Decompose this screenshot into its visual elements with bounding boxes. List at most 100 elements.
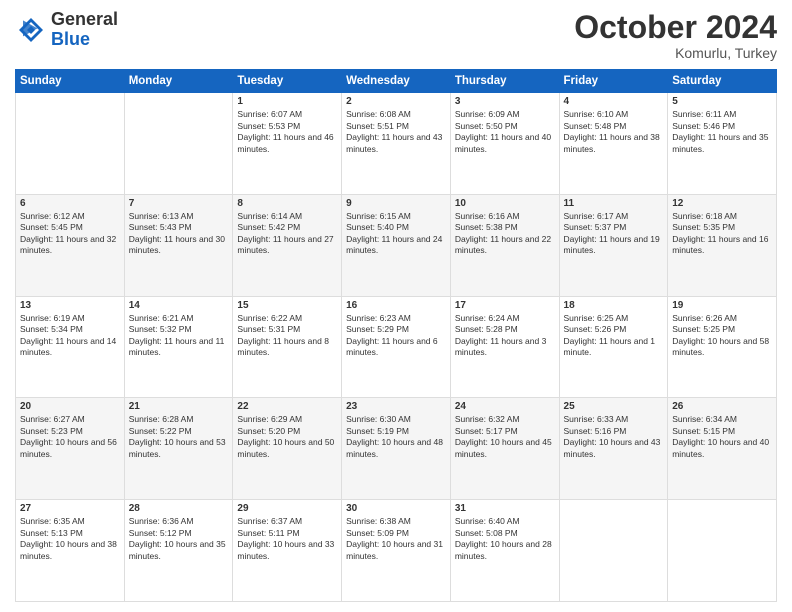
- day-number: 4: [564, 96, 664, 107]
- day-number: 22: [237, 401, 337, 412]
- day-info: Sunrise: 6:16 AM Sunset: 5:38 PM Dayligh…: [455, 211, 555, 257]
- day-cell: 5 Sunrise: 6:11 AM Sunset: 5:46 PM Daylig…: [668, 93, 777, 195]
- day-number: 18: [564, 300, 664, 311]
- day-number: 2: [346, 96, 446, 107]
- logo-blue-text: Blue: [51, 30, 118, 50]
- day-cell: 25 Sunrise: 6:33 AM Sunset: 5:16 PM Dayli…: [559, 398, 668, 500]
- weekday-header-friday: Friday: [559, 70, 668, 93]
- day-cell: 22 Sunrise: 6:29 AM Sunset: 5:20 PM Dayli…: [233, 398, 342, 500]
- location-subtitle: Komurlu, Turkey: [574, 45, 777, 61]
- day-number: 9: [346, 198, 446, 209]
- day-cell: 19 Sunrise: 6:26 AM Sunset: 5:25 PM Dayli…: [668, 296, 777, 398]
- day-cell: 8 Sunrise: 6:14 AM Sunset: 5:42 PM Daylig…: [233, 194, 342, 296]
- day-number: 21: [129, 401, 229, 412]
- day-info: Sunrise: 6:14 AM Sunset: 5:42 PM Dayligh…: [237, 211, 337, 257]
- day-cell: 6 Sunrise: 6:12 AM Sunset: 5:45 PM Daylig…: [16, 194, 125, 296]
- week-row-4: 20Sunrise: 6:27 AM Sunset: 5:23 PM Dayli…: [16, 398, 777, 500]
- day-number: 23: [346, 401, 446, 412]
- day-cell: 9Sunrise: 6:15 AM Sunset: 5:40 PM Daylig…: [342, 194, 451, 296]
- day-cell: 29 Sunrise: 6:37 AM Sunset: 5:11 PM Dayli…: [233, 500, 342, 602]
- day-info: Sunrise: 6:34 AM Sunset: 5:15 PM Dayligh…: [672, 414, 772, 460]
- day-number: 14: [129, 300, 229, 311]
- day-info: Sunrise: 6:19 AM Sunset: 5:34 PM Dayligh…: [20, 313, 120, 359]
- day-cell: 23 Sunrise: 6:30 AM Sunset: 5:19 PM Dayli…: [342, 398, 451, 500]
- day-cell: 20Sunrise: 6:27 AM Sunset: 5:23 PM Dayli…: [16, 398, 125, 500]
- title-block: October 2024 Komurlu, Turkey: [574, 10, 777, 61]
- day-number: 25: [564, 401, 664, 412]
- day-cell: 7Sunrise: 6:13 AM Sunset: 5:43 PM Daylig…: [124, 194, 233, 296]
- day-cell: 12Sunrise: 6:18 AM Sunset: 5:35 PM Dayli…: [668, 194, 777, 296]
- weekday-header-tuesday: Tuesday: [233, 70, 342, 93]
- day-info: Sunrise: 6:33 AM Sunset: 5:16 PM Dayligh…: [564, 414, 664, 460]
- day-cell: [668, 500, 777, 602]
- day-number: 17: [455, 300, 555, 311]
- day-number: 20: [20, 401, 120, 412]
- week-row-2: 6 Sunrise: 6:12 AM Sunset: 5:45 PM Daylig…: [16, 194, 777, 296]
- day-info: Sunrise: 6:23 AM Sunset: 5:29 PM Dayligh…: [346, 313, 446, 359]
- day-cell: 1 Sunrise: 6:07 AM Sunset: 5:53 PM Daylig…: [233, 93, 342, 195]
- day-number: 7: [129, 198, 229, 209]
- day-cell: 30 Sunrise: 6:38 AM Sunset: 5:09 PM Dayli…: [342, 500, 451, 602]
- week-row-3: 13Sunrise: 6:19 AM Sunset: 5:34 PM Dayli…: [16, 296, 777, 398]
- day-cell: [559, 500, 668, 602]
- month-title: October 2024: [574, 10, 777, 45]
- day-number: 10: [455, 198, 555, 209]
- day-number: 15: [237, 300, 337, 311]
- day-cell: [124, 93, 233, 195]
- day-info: Sunrise: 6:17 AM Sunset: 5:37 PM Dayligh…: [564, 211, 664, 257]
- header: General Blue October 2024 Komurlu, Turke…: [15, 10, 777, 61]
- day-number: 3: [455, 96, 555, 107]
- day-info: Sunrise: 6:37 AM Sunset: 5:11 PM Dayligh…: [237, 516, 337, 562]
- logo: General Blue: [15, 10, 118, 50]
- page: General Blue October 2024 Komurlu, Turke…: [0, 0, 792, 612]
- day-info: Sunrise: 6:32 AM Sunset: 5:17 PM Dayligh…: [455, 414, 555, 460]
- day-number: 24: [455, 401, 555, 412]
- day-info: Sunrise: 6:38 AM Sunset: 5:09 PM Dayligh…: [346, 516, 446, 562]
- day-number: 5: [672, 96, 772, 107]
- day-cell: 15 Sunrise: 6:22 AM Sunset: 5:31 PM Dayli…: [233, 296, 342, 398]
- day-number: 19: [672, 300, 772, 311]
- day-cell: 11 Sunrise: 6:17 AM Sunset: 5:37 PM Dayli…: [559, 194, 668, 296]
- day-number: 11: [564, 198, 664, 209]
- day-cell: 14 Sunrise: 6:21 AM Sunset: 5:32 PM Dayli…: [124, 296, 233, 398]
- day-info: Sunrise: 6:22 AM Sunset: 5:31 PM Dayligh…: [237, 313, 337, 359]
- day-cell: [16, 93, 125, 195]
- day-cell: 17 Sunrise: 6:24 AM Sunset: 5:28 PM Dayli…: [450, 296, 559, 398]
- day-info: Sunrise: 6:35 AM Sunset: 5:13 PM Dayligh…: [20, 516, 120, 562]
- weekday-header-saturday: Saturday: [668, 70, 777, 93]
- day-info: Sunrise: 6:25 AM Sunset: 5:26 PM Dayligh…: [564, 313, 664, 359]
- day-cell: 10 Sunrise: 6:16 AM Sunset: 5:38 PM Dayli…: [450, 194, 559, 296]
- weekday-header-thursday: Thursday: [450, 70, 559, 93]
- week-row-1: 1 Sunrise: 6:07 AM Sunset: 5:53 PM Daylig…: [16, 93, 777, 195]
- day-cell: 28Sunrise: 6:36 AM Sunset: 5:12 PM Dayli…: [124, 500, 233, 602]
- day-info: Sunrise: 6:36 AM Sunset: 5:12 PM Dayligh…: [129, 516, 229, 562]
- day-cell: 18 Sunrise: 6:25 AM Sunset: 5:26 PM Dayli…: [559, 296, 668, 398]
- day-cell: 27 Sunrise: 6:35 AM Sunset: 5:13 PM Dayli…: [16, 500, 125, 602]
- day-info: Sunrise: 6:30 AM Sunset: 5:19 PM Dayligh…: [346, 414, 446, 460]
- day-number: 30: [346, 503, 446, 514]
- day-info: Sunrise: 6:28 AM Sunset: 5:22 PM Dayligh…: [129, 414, 229, 460]
- weekday-header-monday: Monday: [124, 70, 233, 93]
- day-number: 1: [237, 96, 337, 107]
- logo-general-text: General: [51, 10, 118, 30]
- day-info: Sunrise: 6:24 AM Sunset: 5:28 PM Dayligh…: [455, 313, 555, 359]
- day-number: 8: [237, 198, 337, 209]
- day-number: 31: [455, 503, 555, 514]
- logo-icon: [15, 14, 47, 46]
- day-info: Sunrise: 6:11 AM Sunset: 5:46 PM Dayligh…: [672, 109, 772, 155]
- day-number: 26: [672, 401, 772, 412]
- weekday-header-sunday: Sunday: [16, 70, 125, 93]
- day-info: Sunrise: 6:21 AM Sunset: 5:32 PM Dayligh…: [129, 313, 229, 359]
- day-cell: 3Sunrise: 6:09 AM Sunset: 5:50 PM Daylig…: [450, 93, 559, 195]
- day-info: Sunrise: 6:26 AM Sunset: 5:25 PM Dayligh…: [672, 313, 772, 359]
- day-info: Sunrise: 6:29 AM Sunset: 5:20 PM Dayligh…: [237, 414, 337, 460]
- day-cell: 26 Sunrise: 6:34 AM Sunset: 5:15 PM Dayli…: [668, 398, 777, 500]
- day-info: Sunrise: 6:07 AM Sunset: 5:53 PM Dayligh…: [237, 109, 337, 155]
- week-row-5: 27 Sunrise: 6:35 AM Sunset: 5:13 PM Dayli…: [16, 500, 777, 602]
- day-info: Sunrise: 6:18 AM Sunset: 5:35 PM Dayligh…: [672, 211, 772, 257]
- day-number: 6: [20, 198, 120, 209]
- day-number: 29: [237, 503, 337, 514]
- day-number: 27: [20, 503, 120, 514]
- day-info: Sunrise: 6:40 AM Sunset: 5:08 PM Dayligh…: [455, 516, 555, 562]
- day-info: Sunrise: 6:12 AM Sunset: 5:45 PM Dayligh…: [20, 211, 120, 257]
